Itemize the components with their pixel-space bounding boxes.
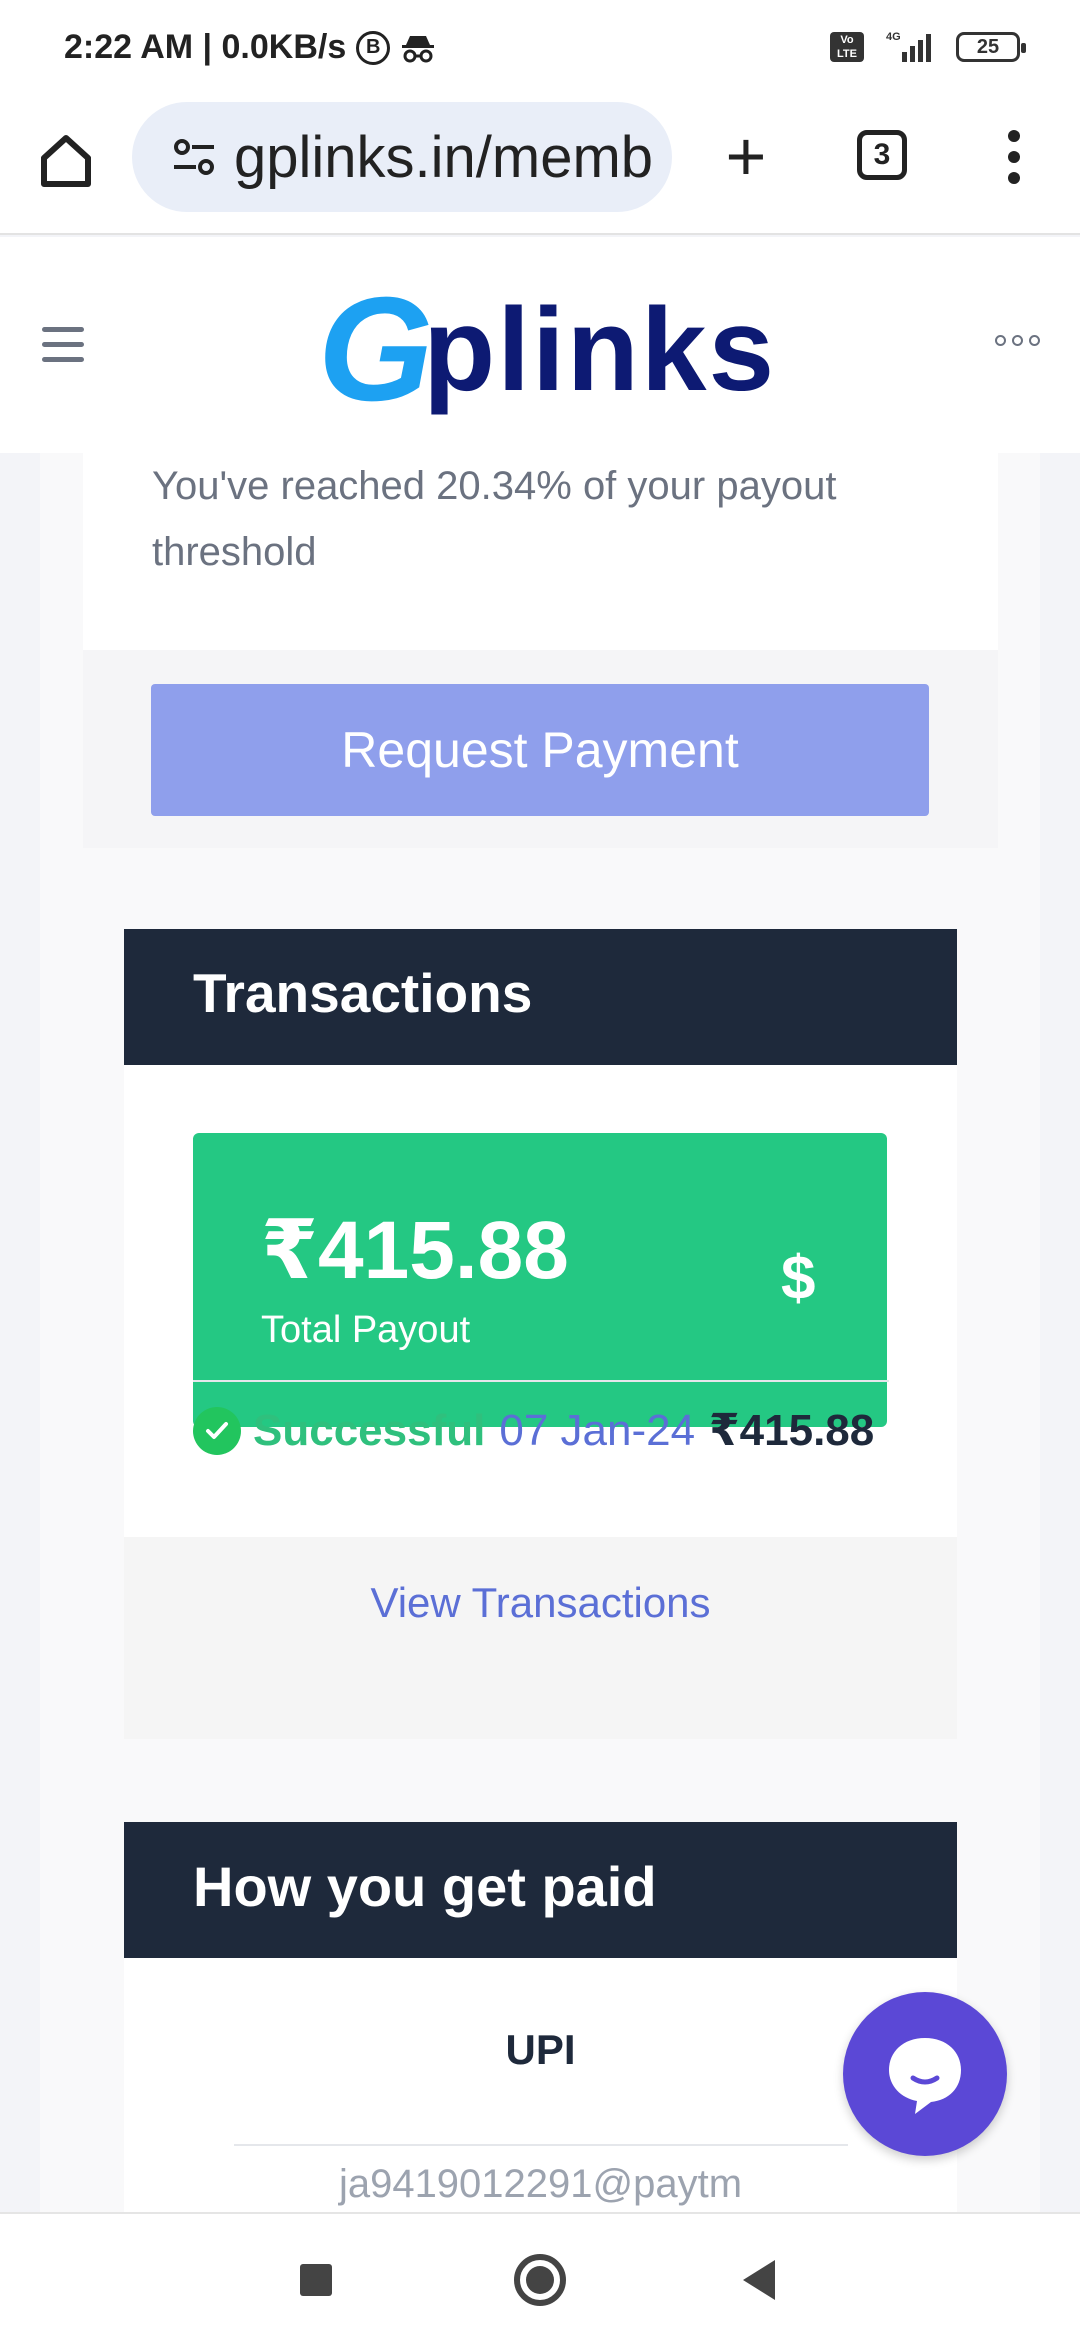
transaction-status: Successful — [253, 1405, 486, 1455]
payout-card: You've reached 20.34% of your payout thr… — [83, 453, 998, 848]
logo-text: plinks — [423, 284, 777, 416]
site-header: G plinks — [0, 237, 1080, 453]
url-bar[interactable]: gplinks.in/memb — [132, 102, 672, 212]
url-text[interactable]: gplinks.in/memb — [234, 124, 653, 191]
total-payout-box: ₹415.88 Total Payout $ — [193, 1133, 887, 1427]
transaction-date: 07 Jan-24 — [499, 1405, 696, 1455]
check-circle-icon — [193, 1406, 241, 1455]
recents-button[interactable] — [300, 2264, 332, 2296]
back-button[interactable] — [743, 2260, 775, 2300]
network-label: 4G — [886, 31, 901, 43]
more-options-icon[interactable] — [995, 335, 1040, 346]
request-payment-button[interactable]: Request Payment — [151, 684, 929, 816]
payout-card-body: You've reached 20.34% of your payout thr… — [83, 453, 998, 650]
get-paid-header: How you get paid — [124, 1822, 957, 1958]
chat-support-button[interactable] — [843, 1992, 1007, 2156]
upi-id: ja9419012291@paytm — [338, 2162, 743, 2206]
dollar-icon: $ — [781, 1244, 816, 1313]
tab-switcher-button[interactable]: 3 — [857, 130, 907, 180]
total-payout-label: Total Payout — [261, 1309, 471, 1351]
status-bar: 2:22 AM | 0.0KB/s B Vo LTE 4G 25 — [0, 0, 1080, 100]
b-badge-icon: B — [356, 30, 391, 65]
view-transactions-link[interactable]: View Transactions — [124, 1537, 957, 1669]
payment-method-label: UPI — [505, 2026, 576, 2073]
status-left: 2:22 AM | 0.0KB/s B — [64, 28, 436, 67]
transactions-card: Transactions ₹415.88 Total Payout $ Succ… — [124, 929, 957, 1739]
gplinks-logo[interactable]: G plinks — [318, 267, 777, 432]
site-settings-icon[interactable] — [172, 137, 216, 177]
home-icon[interactable] — [36, 130, 96, 190]
transaction-row: Successful 07 Jan-24 ₹415.88 — [193, 1405, 874, 1456]
browser-toolbar: gplinks.in/memb + 3 — [0, 100, 1080, 235]
transactions-title: Transactions — [193, 962, 533, 1024]
new-tab-button[interactable]: + — [716, 121, 776, 191]
get-paid-card: How you get paid UPI ja9419012291@paytm — [124, 1822, 957, 2212]
total-payout-amount: ₹415.88 — [261, 1205, 569, 1296]
get-paid-title: How you get paid — [193, 1855, 657, 1918]
hamburger-menu-icon[interactable] — [42, 327, 84, 363]
divider — [193, 1380, 889, 1382]
volte-icon: Vo LTE — [830, 32, 864, 62]
status-time: 2:22 AM | 0.0KB/s — [64, 28, 347, 66]
transaction-amount: ₹415.88 — [709, 1406, 875, 1455]
battery-icon: 25 — [956, 32, 1026, 62]
threshold-text: You've reached 20.34% of your payout thr… — [152, 464, 837, 574]
status-right: Vo LTE 4G 25 — [830, 30, 1026, 64]
system-nav-bar — [0, 2212, 1080, 2340]
browser-menu-icon[interactable] — [1004, 130, 1024, 190]
logo-g: G — [318, 267, 433, 432]
incognito-icon — [402, 35, 435, 62]
signal-icon: 4G — [886, 31, 931, 62]
transactions-header: Transactions — [124, 929, 957, 1065]
home-button[interactable] — [514, 2254, 566, 2306]
transactions-body: ₹415.88 Total Payout $ Successful 07 Jan… — [124, 1065, 957, 1537]
chat-bubble-icon — [889, 2038, 961, 2114]
divider — [234, 2144, 848, 2146]
